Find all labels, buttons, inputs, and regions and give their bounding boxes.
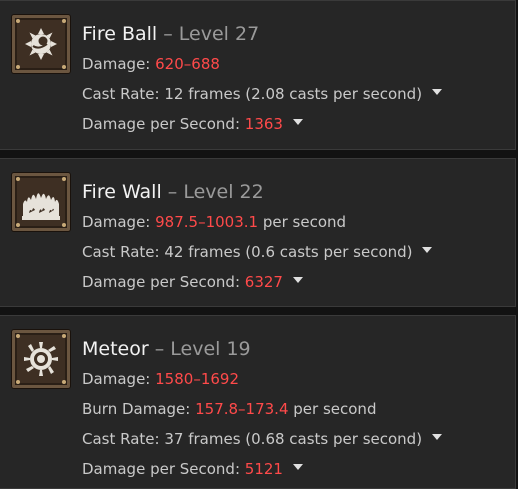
- title-separator: –: [154, 338, 165, 360]
- cast-rate-value: 12 frames (2.08 casts per second): [164, 85, 423, 103]
- skill-card-fire-ball: Fire Ball – Level 27 Damage: 620–688 Cas…: [0, 0, 516, 150]
- skill-card-fire-wall: Fire Wall – Level 22 Damage: 987.5–1003.…: [0, 158, 516, 307]
- burn-damage-suffix: per second: [293, 400, 377, 418]
- cast-rate-value: 37 frames (0.68 casts per second): [164, 430, 423, 448]
- dps-row: Damage per Second: 1363: [82, 109, 505, 139]
- damage-row: Damage: 1580–1692: [82, 364, 505, 394]
- meteor-icon: [12, 330, 70, 388]
- dps-label: Damage per Second:: [82, 273, 241, 291]
- dps-value: 6327: [244, 273, 283, 291]
- skill-level: Level 27: [178, 23, 260, 45]
- skill-name: Meteor: [82, 338, 149, 360]
- skill-name: Fire Ball: [82, 23, 158, 45]
- skill-details: Fire Ball – Level 27 Damage: 620–688 Cas…: [82, 19, 505, 139]
- fireball-icon: [12, 15, 70, 73]
- dps-value: 1363: [244, 115, 283, 133]
- skill-title: Fire Wall – Level 22: [82, 177, 505, 207]
- firewall-icon: [12, 173, 70, 231]
- damage-label: Damage:: [82, 213, 151, 231]
- burn-damage-value: 157.8–173.4: [195, 400, 289, 418]
- skill-level: Level 22: [183, 181, 264, 203]
- title-separator: –: [167, 181, 178, 203]
- cast-rate-row: Cast Rate: 42 frames (0.6 casts per seco…: [82, 237, 505, 267]
- title-separator: –: [163, 23, 173, 45]
- burn-damage-label: Burn Damage:: [82, 400, 191, 418]
- damage-suffix: per second: [262, 213, 347, 231]
- dps-row: Damage per Second: 6327: [82, 267, 505, 297]
- cast-rate-label: Cast Rate:: [82, 243, 160, 261]
- cast-rate-value: 42 frames (0.6 casts per second): [164, 243, 413, 261]
- dps-dropdown-icon[interactable]: [292, 463, 303, 470]
- skill-level: Level 19: [170, 338, 251, 360]
- dps-value: 5121: [244, 460, 283, 478]
- dps-label: Damage per Second:: [82, 460, 241, 478]
- cast-rate-row: Cast Rate: 12 frames (2.08 casts per sec…: [82, 79, 505, 109]
- damage-label: Damage:: [82, 55, 151, 73]
- skill-title: Fire Ball – Level 27: [82, 19, 505, 49]
- damage-value: 620–688: [155, 55, 220, 73]
- skill-card-meteor: Meteor – Level 19 Damage: 1580–1692 Burn…: [0, 315, 516, 489]
- damage-value: 987.5–1003.1: [155, 213, 259, 231]
- dps-label: Damage per Second:: [82, 115, 241, 133]
- dps-dropdown-icon[interactable]: [292, 118, 303, 125]
- cast-rate-dropdown-icon[interactable]: [422, 246, 433, 253]
- cast-rate-label: Cast Rate:: [82, 85, 160, 103]
- cast-rate-dropdown-icon[interactable]: [431, 88, 442, 95]
- damage-label: Damage:: [82, 370, 151, 388]
- cast-rate-row: Cast Rate: 37 frames (0.68 casts per sec…: [82, 424, 505, 454]
- cast-rate-dropdown-icon[interactable]: [431, 433, 442, 440]
- dps-dropdown-icon[interactable]: [292, 276, 303, 283]
- skill-title: Meteor – Level 19: [82, 334, 505, 364]
- burn-damage-row: Burn Damage: 157.8–173.4 per second: [82, 394, 505, 424]
- cast-rate-label: Cast Rate:: [82, 430, 160, 448]
- skill-details: Fire Wall – Level 22 Damage: 987.5–1003.…: [82, 177, 505, 297]
- damage-row: Damage: 987.5–1003.1 per second: [82, 207, 505, 237]
- damage-row: Damage: 620–688: [82, 49, 505, 79]
- dps-row: Damage per Second: 5121: [82, 454, 505, 484]
- skill-details: Meteor – Level 19 Damage: 1580–1692 Burn…: [82, 334, 505, 484]
- skill-name: Fire Wall: [82, 181, 162, 203]
- damage-value: 1580–1692: [155, 370, 239, 388]
